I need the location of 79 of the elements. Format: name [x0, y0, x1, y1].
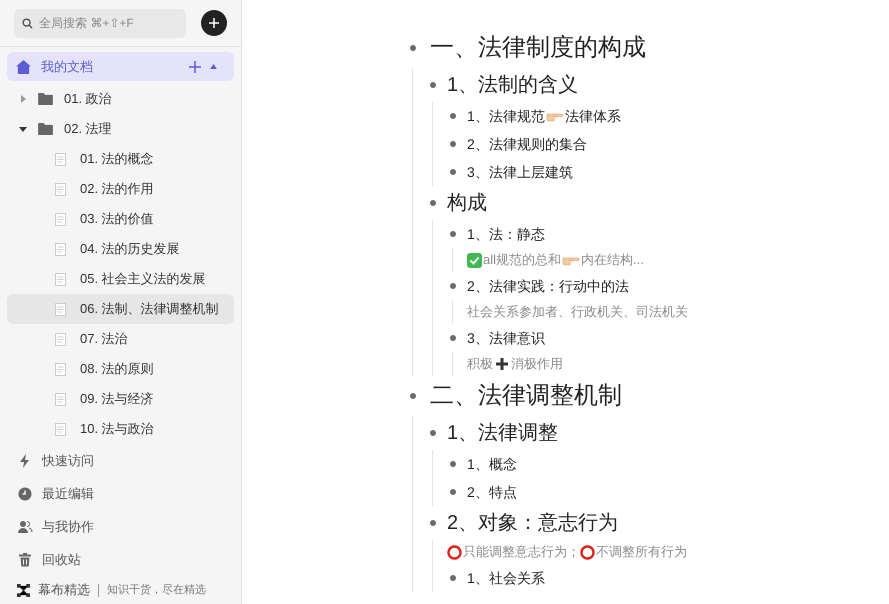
document-item[interactable]: 10. 法与政治 — [7, 414, 234, 444]
folder-icon — [38, 123, 53, 135]
tree-label: 01. 政治 — [64, 90, 112, 108]
tree-label: 08. 法的原则 — [80, 360, 154, 378]
item-note: 社会关系参加者、行政机关、司法机关 — [467, 303, 688, 322]
document-icon — [55, 422, 66, 436]
tree-label: 01. 法的概念 — [80, 150, 154, 168]
outline-item: 1、法制的含义 — [447, 73, 578, 98]
item-note: 只能调整意志行为； 不调整所有行为 — [447, 540, 687, 564]
tree-label: 07. 法治 — [80, 330, 128, 348]
tree-label: 05. 社会主义法的发展 — [80, 270, 206, 288]
my-docs-label: 我的文档 — [41, 58, 94, 76]
item-note: all规范的总和 内在结构... — [467, 248, 644, 272]
document-item[interactable]: 02. 法的作用 — [7, 174, 234, 204]
search-icon — [22, 18, 33, 28]
document-icon — [55, 242, 66, 256]
outline-item: 1、社会关系 — [467, 568, 545, 588]
outline-item: 2、特点 — [467, 482, 517, 502]
tree-label: 10. 法与政治 — [80, 420, 154, 438]
tree-label: 09. 法与经济 — [80, 390, 154, 408]
nav-item[interactable]: 快速访问 — [0, 444, 241, 477]
tree-label: 02. 法理 — [64, 120, 112, 138]
nav-item[interactable]: 回收站 — [0, 543, 241, 576]
plus-icon — [495, 357, 509, 371]
check-icon — [467, 252, 482, 268]
folder-item[interactable]: 02. 法理 — [7, 114, 234, 144]
outline-item: 1、概念 — [467, 454, 517, 474]
tree-label: 04. 法的历史发展 — [80, 240, 180, 258]
nav-item[interactable]: 与我协作 — [0, 510, 241, 543]
people-icon — [17, 518, 33, 534]
footer-tagline: 知识干货，尽在精选 — [107, 582, 206, 598]
document-item[interactable]: 08. 法的原则 — [7, 354, 234, 384]
outline-item: 1、法律调整 — [447, 421, 558, 446]
document-item[interactable]: 01. 法的概念 — [7, 144, 234, 174]
clock-icon — [17, 486, 33, 502]
document-icon — [55, 362, 66, 376]
circle-icon — [447, 544, 462, 560]
outline-item: 二、法律调整机制 — [430, 381, 622, 411]
outline-item: 2、法律实践：行动中的法 — [467, 276, 629, 296]
home-icon — [16, 60, 31, 74]
document-icon — [55, 332, 66, 346]
outline-item: 2、法律规则的集合 — [467, 134, 587, 154]
caret-up-icon[interactable] — [210, 64, 217, 69]
document-icon — [55, 272, 66, 286]
document-item[interactable]: 03. 法的价值 — [7, 204, 234, 234]
footer-title[interactable]: 幕布精选 — [38, 580, 90, 600]
tree-label: 06. 法制、法律调整机制 — [80, 300, 219, 318]
document-icon — [55, 182, 66, 196]
document-item[interactable]: 09. 法与经济 — [7, 384, 234, 414]
outline-item: 1、法：静态 — [467, 224, 545, 244]
nav-item[interactable]: 最近编辑 — [0, 477, 241, 510]
plus-icon[interactable] — [189, 60, 201, 72]
outline-item: 构成 — [447, 191, 487, 216]
folder-icon — [38, 93, 53, 105]
document-icon — [55, 392, 66, 406]
document-icon — [55, 212, 66, 226]
document-item[interactable]: 07. 法治 — [7, 324, 234, 354]
document-item[interactable]: 04. 法的历史发展 — [7, 234, 234, 264]
outline-item: 一、法律制度的构成 — [430, 33, 646, 63]
add-button[interactable] — [201, 10, 227, 36]
logo-icon — [17, 584, 30, 596]
outline-item: 3、法律上层建筑 — [467, 162, 573, 182]
outline-item: 1、法律规范 法律体系 — [467, 106, 621, 126]
folder-item[interactable]: 01. 政治 — [7, 84, 234, 114]
my-docs-item[interactable]: 我的文档 — [7, 52, 234, 81]
search-field[interactable]: 全局搜索 ⌘+⇧+F — [14, 8, 186, 38]
document-item[interactable]: 06. 法制、法律调整机制 — [7, 294, 234, 324]
outline-item: 2、对象：意志行为 — [447, 511, 618, 536]
document-icon — [55, 302, 66, 316]
plus-icon — [209, 18, 219, 28]
tree-label: 02. 法的作用 — [80, 180, 154, 198]
item-note: 积极 消极作用 — [467, 355, 563, 374]
document-icon — [55, 152, 66, 166]
document-item[interactable]: 05. 社会主义法的发展 — [7, 264, 234, 294]
caret-down-icon[interactable] — [17, 125, 29, 133]
outline-item: 3、法律意识 — [467, 328, 545, 348]
trash-icon — [17, 552, 33, 568]
circle-icon — [580, 544, 595, 560]
tree-label: 03. 法的价值 — [80, 210, 154, 228]
